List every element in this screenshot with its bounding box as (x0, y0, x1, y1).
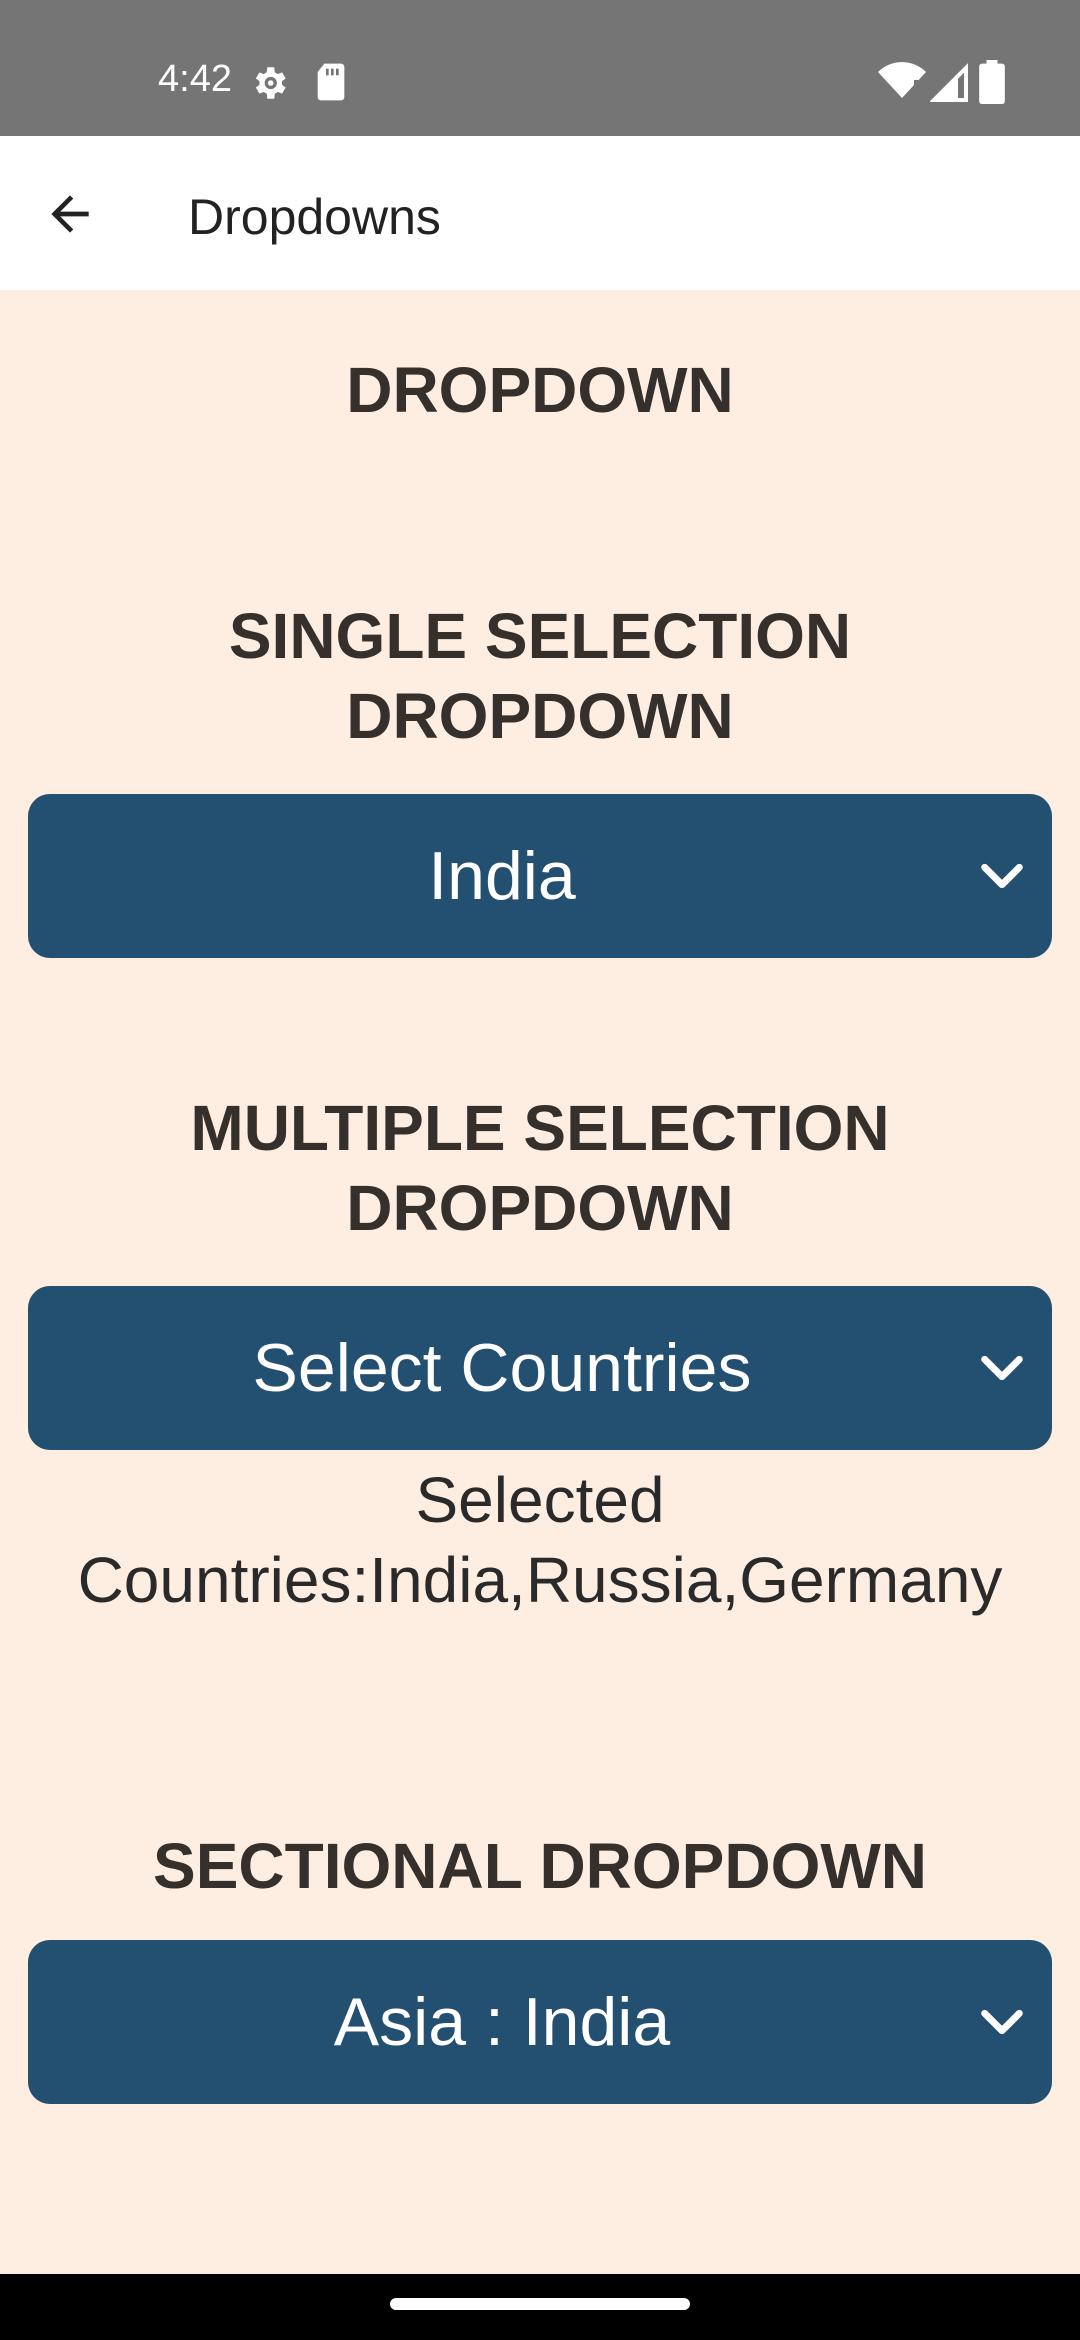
single-dropdown-value: India (428, 838, 576, 914)
navigation-bar (0, 2274, 1080, 2340)
settings-icon (255, 67, 286, 99)
selected-countries-line1: Selected (415, 1464, 665, 1536)
dropdowns-content: DROPDOWN SINGLE SELECTION DROPDOWN India… (0, 290, 1080, 2274)
app-bar: Dropdowns (0, 136, 1080, 290)
sectional-dropdown-value: Asia : India (333, 1984, 671, 2060)
chevron-down-icon (981, 1355, 1023, 1381)
single-heading-line1: SINGLE SELECTION (228, 600, 852, 672)
single-selection-dropdown[interactable]: India (28, 794, 1052, 958)
battery-icon (979, 60, 1005, 104)
multiple-heading-line1: MULTIPLE SELECTION (190, 1092, 890, 1164)
page-heading: DROPDOWN (346, 354, 734, 426)
cell-signal-icon (930, 63, 968, 102)
selected-countries-text: Selected Countries:India,Russia,Germany (0, 1460, 1080, 1620)
wifi-icon (878, 62, 926, 98)
multiple-heading-line2: DROPDOWN (346, 1172, 734, 1244)
chevron-down-icon (981, 863, 1023, 889)
multiple-dropdown-placeholder: Select Countries (252, 1330, 752, 1406)
single-heading-line2: DROPDOWN (346, 680, 734, 752)
status-bar: 4:42 (0, 0, 1080, 136)
selected-countries-line2: Countries:India,Russia,Germany (77, 1544, 1003, 1616)
multiple-selection-heading: MULTIPLE SELECTION DROPDOWN (0, 1088, 1080, 1248)
sd-card-icon (317, 63, 345, 101)
chevron-down-icon (981, 2009, 1023, 2035)
sectional-dropdown[interactable]: Asia : India (28, 1940, 1052, 2104)
status-time: 4:42 (158, 58, 232, 100)
sectional-heading: SECTIONAL DROPDOWN (153, 1830, 927, 1902)
arrow-back-icon (51, 195, 89, 233)
multiple-selection-dropdown[interactable]: Select Countries (28, 1286, 1052, 1450)
home-gesture-handle[interactable] (390, 2298, 690, 2310)
back-button[interactable] (30, 174, 110, 254)
app-bar-title: Dropdowns (188, 189, 441, 245)
single-selection-heading: SINGLE SELECTION DROPDOWN (0, 596, 1080, 756)
